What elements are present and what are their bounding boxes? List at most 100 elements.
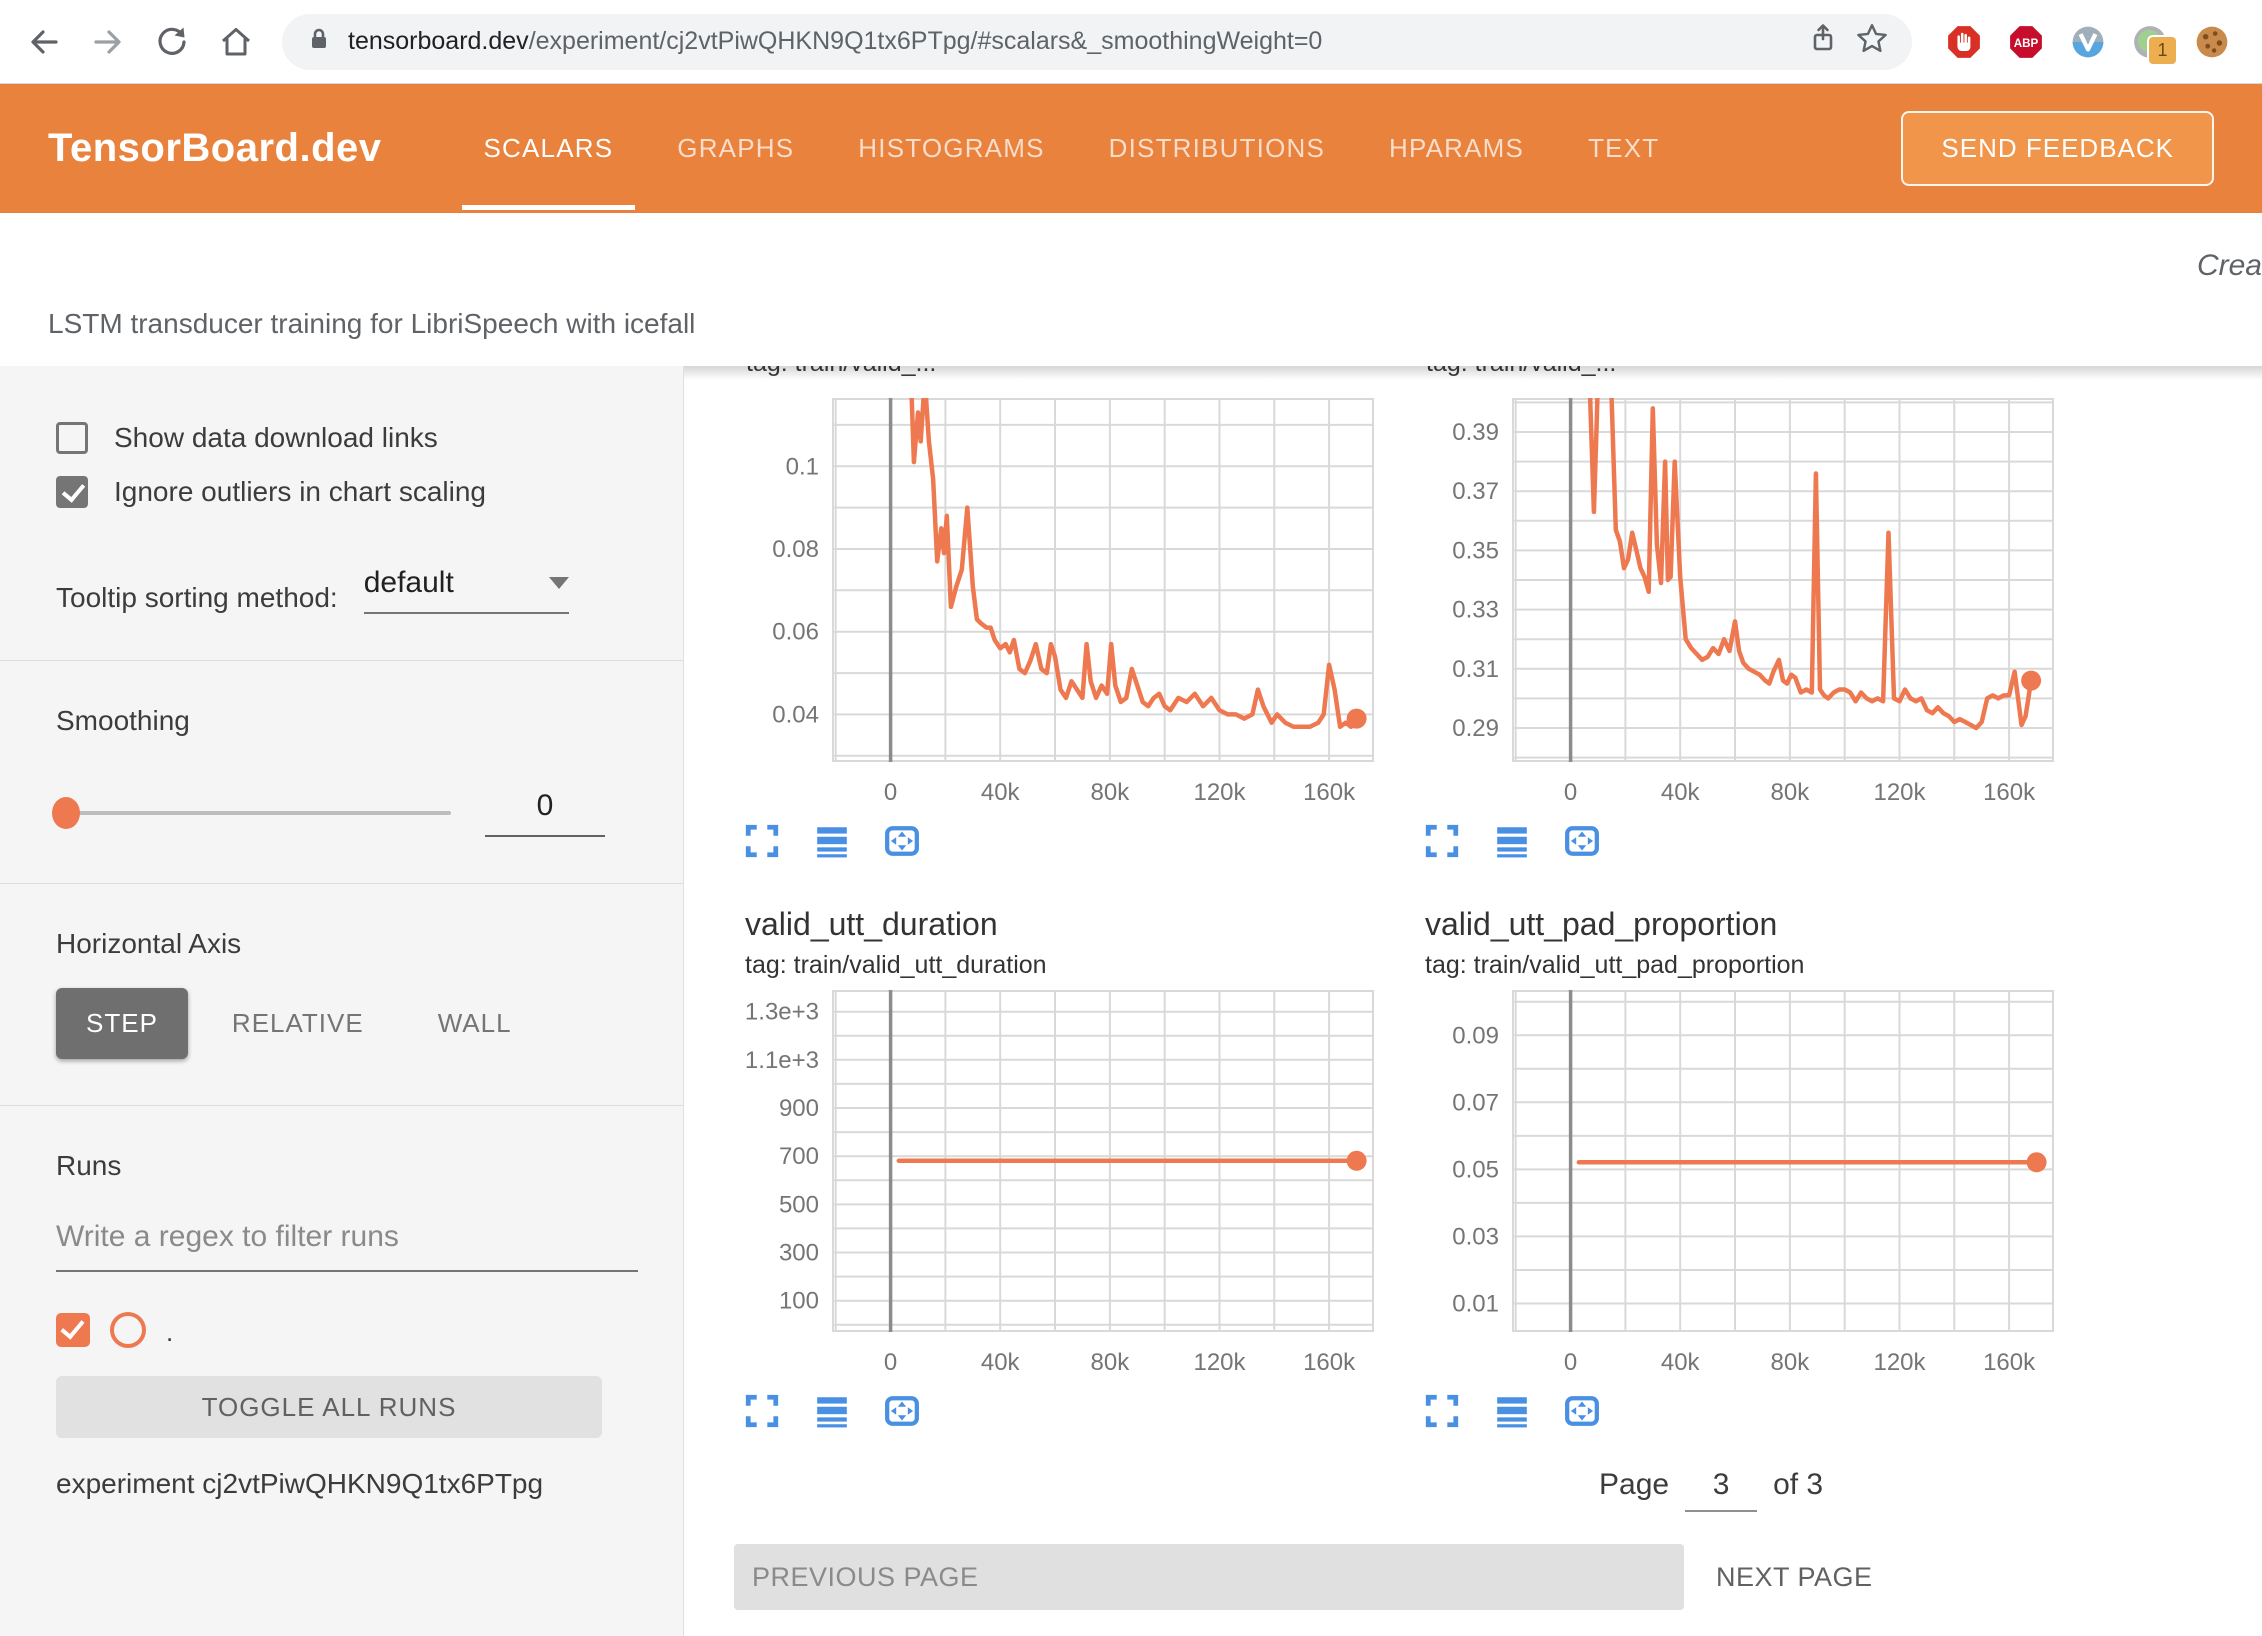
svg-text:40k: 40k bbox=[981, 779, 1021, 806]
line-chart[interactable]: 1003005007009001.1e+31.3e+3040k80k120k16… bbox=[731, 990, 1385, 1378]
axis-step-button[interactable]: STEP bbox=[56, 988, 188, 1059]
svg-text:500: 500 bbox=[779, 1191, 819, 1218]
expand-icon[interactable] bbox=[741, 1390, 783, 1432]
url-bar[interactable]: tensorboard.dev/experiment/cj2vtPiwQHKN9… bbox=[282, 14, 1912, 70]
chart-card-valid-utt-duration: valid_utt_duration tag: train/valid_utt_… bbox=[701, 906, 1381, 1432]
url-text: tensorboard.dev/experiment/cj2vtPiwQHKN9… bbox=[348, 27, 1322, 56]
svg-text:160k: 160k bbox=[1303, 1349, 1356, 1376]
svg-text:160k: 160k bbox=[1303, 779, 1356, 806]
svg-text:700: 700 bbox=[779, 1143, 819, 1170]
expand-icon[interactable] bbox=[741, 820, 783, 862]
log-scale-icon[interactable] bbox=[811, 820, 853, 862]
axis-wall-button[interactable]: WALL bbox=[408, 988, 542, 1059]
smoothing-label: Smoothing bbox=[56, 705, 638, 737]
next-page-button[interactable]: NEXT PAGE bbox=[1716, 1562, 1873, 1593]
smoothing-slider[interactable] bbox=[56, 811, 451, 815]
previous-page-button[interactable]: PREVIOUS PAGE bbox=[734, 1544, 1684, 1610]
axis-relative-button[interactable]: RELATIVE bbox=[202, 988, 394, 1059]
log-scale-icon[interactable] bbox=[811, 1390, 853, 1432]
run-checkbox[interactable] bbox=[56, 1313, 90, 1347]
line-chart[interactable]: 0.010.030.050.070.09040k80k120k160k bbox=[1411, 990, 2065, 1378]
fit-domain-icon[interactable] bbox=[881, 820, 923, 862]
show-download-links-checkbox[interactable] bbox=[56, 422, 88, 454]
svg-text:80k: 80k bbox=[1091, 1349, 1131, 1376]
profile-avatar-icon[interactable]: 1 bbox=[2132, 24, 2168, 60]
svg-text:0.04: 0.04 bbox=[772, 701, 819, 728]
divider bbox=[0, 883, 683, 884]
created-text-clipped: Crea bbox=[2197, 249, 2262, 283]
svg-text:1.1e+3: 1.1e+3 bbox=[745, 1047, 819, 1074]
log-scale-icon[interactable] bbox=[1491, 1390, 1533, 1432]
run-color-swatch bbox=[110, 1312, 146, 1348]
toggle-all-runs-button[interactable]: TOGGLE ALL RUNS bbox=[56, 1376, 602, 1438]
svg-text:0: 0 bbox=[1564, 1349, 1577, 1376]
expand-icon[interactable] bbox=[1421, 820, 1463, 862]
experiment-bar: Crea LSTM transducer training for LibriS… bbox=[0, 213, 2262, 366]
page-of-label: of 3 bbox=[1773, 1468, 1823, 1502]
svg-text:0.39: 0.39 bbox=[1452, 419, 1499, 446]
svg-text:900: 900 bbox=[779, 1095, 819, 1122]
chart-actions bbox=[1421, 1390, 2061, 1432]
svg-text:0.35: 0.35 bbox=[1452, 537, 1499, 564]
extension-icons: ABP 1 bbox=[1946, 24, 2230, 60]
fit-domain-icon[interactable] bbox=[1561, 820, 1603, 862]
svg-text:80k: 80k bbox=[1771, 779, 1811, 806]
chart-card-valid-utt-pad-proportion: valid_utt_pad_proportion tag: train/vali… bbox=[1381, 906, 2061, 1432]
chart-title: valid_utt_pad_proportion bbox=[1425, 906, 2061, 943]
line-chart[interactable]: 0.290.310.330.350.370.39040k80k120k160k bbox=[1411, 398, 2065, 808]
tab-distributions[interactable]: DISTRIBUTIONS bbox=[1077, 84, 1357, 213]
pagination: Page 3 of 3 bbox=[701, 1458, 2262, 1502]
ignore-outliers-label: Ignore outliers in chart scaling bbox=[114, 476, 486, 508]
svg-text:0.33: 0.33 bbox=[1452, 597, 1499, 624]
browser-chrome: tensorboard.dev/experiment/cj2vtPiwQHKN9… bbox=[0, 0, 2262, 84]
svg-text:160k: 160k bbox=[1983, 779, 2036, 806]
smoothing-value-input[interactable]: 0 bbox=[485, 789, 605, 837]
svg-text:40k: 40k bbox=[1661, 1349, 1701, 1376]
screen: tensorboard.dev/experiment/cj2vtPiwQHKN9… bbox=[0, 0, 2262, 1636]
tab-graphs[interactable]: GRAPHS bbox=[645, 84, 826, 213]
charts-main: tag: train/valid_... tag: train/valid_..… bbox=[684, 366, 2262, 1636]
cookie-icon[interactable] bbox=[2194, 24, 2230, 60]
bookmark-star-icon[interactable] bbox=[1854, 21, 1890, 62]
tab-histograms[interactable]: HISTOGRAMS bbox=[826, 84, 1076, 213]
svg-text:0.06: 0.06 bbox=[772, 619, 819, 646]
fit-domain-icon[interactable] bbox=[881, 1390, 923, 1432]
svg-text:0.31: 0.31 bbox=[1452, 656, 1499, 683]
share-icon[interactable] bbox=[1806, 22, 1840, 61]
svg-text:300: 300 bbox=[779, 1240, 819, 1267]
forward-icon[interactable] bbox=[90, 24, 126, 60]
reload-icon[interactable] bbox=[154, 24, 190, 60]
svg-text:0: 0 bbox=[1564, 779, 1577, 806]
svg-text:0.08: 0.08 bbox=[772, 536, 819, 563]
svg-text:0.07: 0.07 bbox=[1452, 1089, 1499, 1116]
show-download-links-label: Show data download links bbox=[114, 422, 438, 454]
home-icon[interactable] bbox=[218, 24, 254, 60]
fit-domain-icon[interactable] bbox=[1561, 1390, 1603, 1432]
lock-icon bbox=[304, 24, 334, 59]
divider bbox=[0, 1105, 683, 1106]
send-feedback-button[interactable]: SEND FEEDBACK bbox=[1901, 111, 2214, 186]
log-scale-icon[interactable] bbox=[1491, 820, 1533, 862]
chart-actions bbox=[741, 1390, 1381, 1432]
svg-text:40k: 40k bbox=[981, 1349, 1021, 1376]
slider-thumb[interactable] bbox=[52, 797, 80, 829]
runs-filter-input[interactable]: Write a regex to filter runs bbox=[56, 1220, 638, 1272]
chart-tag: tag: train/valid_utt_duration bbox=[745, 951, 1381, 980]
tab-hparams[interactable]: HPARAMS bbox=[1357, 84, 1556, 213]
runs-label: Runs bbox=[56, 1150, 638, 1182]
svg-text:0.1: 0.1 bbox=[786, 453, 819, 480]
v-extension-icon[interactable] bbox=[2070, 24, 2106, 60]
app-header: TensorBoard.dev SCALARS GRAPHS HISTOGRAM… bbox=[0, 84, 2262, 213]
tooltip-sorting-select[interactable]: default bbox=[364, 566, 569, 614]
chart-actions bbox=[741, 820, 1381, 862]
adblock-icon[interactable] bbox=[1946, 24, 1982, 60]
tab-text[interactable]: TEXT bbox=[1556, 84, 1691, 213]
tab-scalars[interactable]: SCALARS bbox=[452, 84, 646, 213]
abp-icon[interactable]: ABP bbox=[2008, 24, 2044, 60]
line-chart[interactable]: 0.040.060.080.1040k80k120k160k bbox=[731, 398, 1385, 808]
back-icon[interactable] bbox=[26, 24, 62, 60]
expand-icon[interactable] bbox=[1421, 1390, 1463, 1432]
page-number-input[interactable]: 3 bbox=[1685, 1468, 1757, 1512]
svg-text:80k: 80k bbox=[1091, 779, 1131, 806]
ignore-outliers-checkbox[interactable] bbox=[56, 476, 88, 508]
